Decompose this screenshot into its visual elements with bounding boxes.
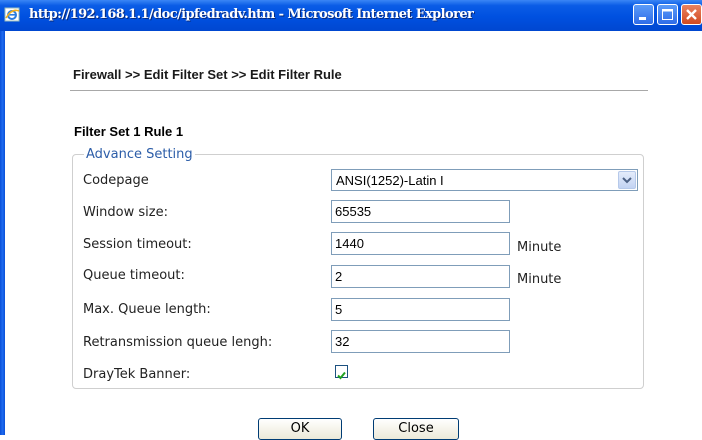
queue-timeout-unit: Minute	[517, 272, 562, 287]
close-window-button[interactable]	[681, 4, 702, 25]
session-timeout-input[interactable]: 1440	[331, 232, 510, 255]
codepage-label: Codepage	[83, 173, 149, 188]
section-title: Filter Set 1 Rule 1	[74, 124, 184, 139]
session-timeout-unit: Minute	[517, 240, 562, 255]
queue-timeout-label: Queue timeout:	[83, 268, 185, 283]
window-title: http://192.168.1.1/doc/ipfedradv.htm - M…	[29, 7, 474, 22]
checkmark-icon	[337, 371, 346, 380]
minimize-icon	[639, 17, 646, 20]
window-titlebar: http://192.168.1.1/doc/ipfedradv.htm - M…	[0, 0, 702, 31]
header-divider	[70, 90, 648, 91]
max-queue-length-input[interactable]: 5	[331, 298, 510, 321]
session-timeout-label: Session timeout:	[83, 237, 192, 252]
codepage-value: ANSI(1252)-Latin I	[336, 173, 444, 188]
draytek-banner-label: DrayTek Banner:	[83, 367, 191, 382]
maximize-button[interactable]	[657, 4, 678, 25]
retransmission-queue-length-label: Retransmission queue lengh:	[83, 335, 273, 350]
draytek-banner-checkbox[interactable]	[335, 365, 348, 380]
close-button[interactable]: Close	[373, 418, 459, 440]
window-size-label: Window size:	[83, 205, 168, 220]
internet-explorer-icon	[4, 7, 20, 22]
maximize-icon	[662, 9, 673, 20]
group-legend: Advance Setting	[84, 147, 195, 162]
retransmission-queue-length-input[interactable]: 32	[331, 330, 510, 353]
queue-timeout-input[interactable]: 2	[331, 265, 510, 288]
minimize-button[interactable]	[633, 4, 654, 25]
breadcrumb: Firewall >> Edit Filter Set >> Edit Filt…	[73, 67, 342, 82]
window-size-input[interactable]: 65535	[331, 200, 510, 223]
codepage-select[interactable]: ANSI(1252)-Latin I	[331, 169, 638, 191]
ok-button[interactable]: OK	[258, 418, 342, 440]
window-frame-left	[0, 31, 5, 435]
max-queue-length-label: Max. Queue length:	[83, 302, 211, 317]
close-icon	[686, 9, 697, 20]
chevron-down-icon[interactable]	[618, 171, 636, 189]
